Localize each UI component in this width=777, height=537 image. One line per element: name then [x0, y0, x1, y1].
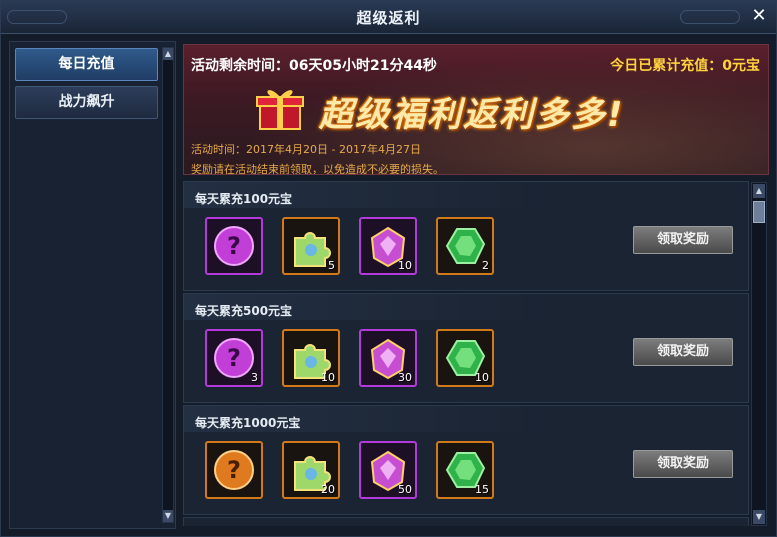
reward-tier-title: 每天累充100元宝	[184, 182, 544, 208]
reward-row-partial	[183, 517, 749, 526]
gift-box-icon	[256, 90, 304, 130]
reward-item-slot[interactable]: 30	[359, 329, 417, 387]
event-time: 活动时间：2017年4月20日 - 2017年4月27日	[191, 143, 421, 156]
scroll-down-icon[interactable]: ▼	[163, 510, 173, 522]
reward-item-slot[interactable]: 50	[359, 441, 417, 499]
sidebar-scrollbar[interactable]: ▲ ▼	[162, 47, 174, 523]
reward-tier-title: 每天累充500元宝	[184, 294, 544, 320]
scroll-up-icon[interactable]: ▲	[163, 48, 173, 60]
reward-item-slot[interactable]: 10	[359, 217, 417, 275]
item-count: 10	[475, 371, 489, 384]
rebate-window: 超级返利 ✕ 每日充值 战力飙升 ▲ ▼ 活动剩余时间：06天05小时21分44…	[0, 0, 777, 537]
sidebar: 每日充值 战力飙升 ▲ ▼	[9, 41, 176, 529]
svg-text:?: ?	[227, 232, 241, 260]
reward-list: 每天累充100元宝 ? 5 10 2 领取奖励 每天累充500元宝 ? 3 10…	[183, 181, 749, 526]
main-panel: 活动剩余时间：06天05小时21分44秒 今日已累计充值：0元宝 超级福利返利多…	[183, 41, 770, 529]
item-count: 10	[398, 259, 412, 272]
claim-reward-button[interactable]: 领取奖励	[633, 338, 733, 366]
rainbow-puzzle-icon	[294, 232, 331, 267]
reward-item-slot[interactable]: ? 3	[205, 329, 263, 387]
sidebar-item-power-surge[interactable]: 战力飙升	[15, 86, 158, 119]
item-count: 15	[475, 483, 489, 496]
green-gem-icon	[445, 228, 486, 264]
title-bar: 超级返利 ✕	[1, 1, 776, 34]
item-count: 2	[482, 259, 489, 272]
orange-mystery-orb-icon: ?	[214, 450, 254, 490]
reward-row: 每天累充100元宝 ? 5 10 2 领取奖励	[183, 181, 749, 291]
reward-row: 每天累充1000元宝 ? 20 50 15 领取奖励	[183, 405, 749, 515]
item-count: 50	[398, 483, 412, 496]
window-title: 超级返利	[356, 9, 421, 27]
reward-item-slot[interactable]: 10	[436, 329, 494, 387]
item-count: 30	[398, 371, 412, 384]
countdown-text: 活动剩余时间：06天05小时21分44秒	[191, 58, 437, 74]
reward-row: 每天累充500元宝 ? 3 10 30 10 领取奖励	[183, 293, 749, 403]
purple-mystery-orb-icon: ?	[214, 226, 254, 266]
event-banner: 活动剩余时间：06天05小时21分44秒 今日已累计充值：0元宝 超级福利返利多…	[183, 44, 769, 175]
sidebar-item-daily-recharge[interactable]: 每日充值	[15, 48, 158, 81]
svg-text:?: ?	[227, 456, 241, 484]
reward-item-slot[interactable]: ?	[205, 441, 263, 499]
purple-mystery-orb-icon: ?	[214, 338, 254, 378]
reward-list-scrollbar[interactable]: ▲ ▼	[751, 182, 767, 526]
scroll-thumb[interactable]	[753, 201, 765, 223]
title-ornament-right	[680, 10, 740, 24]
reward-item-slot[interactable]: ?	[205, 217, 263, 275]
claim-reward-button[interactable]: 领取奖励	[633, 226, 733, 254]
svg-text:?: ?	[227, 344, 241, 372]
banner-headline: 超级福利返利多多!	[319, 95, 625, 135]
close-button[interactable]: ✕	[748, 5, 770, 27]
recharge-total: 今日已累计充值：0元宝	[610, 58, 760, 74]
claim-reward-button[interactable]: 领取奖励	[633, 450, 733, 478]
scroll-up-icon[interactable]: ▲	[753, 184, 765, 198]
reward-item-slot[interactable]: 5	[282, 217, 340, 275]
item-count: 5	[328, 259, 335, 272]
reward-tier-title: 每天累充1000元宝	[184, 406, 544, 432]
scroll-down-icon[interactable]: ▼	[753, 510, 765, 524]
reward-item-slot[interactable]: 2	[436, 217, 494, 275]
reward-item-slot[interactable]: 20	[282, 441, 340, 499]
event-note: 奖励请在活动结束前领取，以免造成不必要的损失。	[191, 163, 444, 175]
reward-item-slot[interactable]: 15	[436, 441, 494, 499]
item-count: 20	[321, 483, 335, 496]
reward-item-slot[interactable]: 10	[282, 329, 340, 387]
item-count: 10	[321, 371, 335, 384]
item-count: 3	[251, 371, 258, 384]
